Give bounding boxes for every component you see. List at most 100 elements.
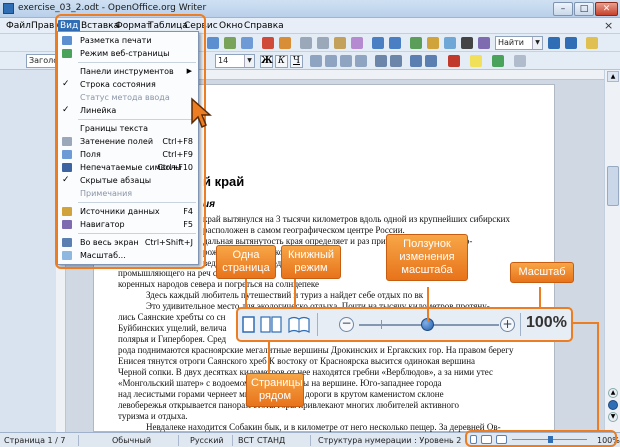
menu-help[interactable]: Справка [242, 20, 286, 32]
copy-icon[interactable] [317, 37, 329, 49]
justify-icon[interactable] [355, 55, 367, 67]
increase-indent-icon[interactable] [425, 55, 437, 67]
single-page-view-icon[interactable] [242, 316, 255, 333]
scroll-up-icon[interactable]: ▲ [607, 71, 619, 82]
next-page-icon[interactable]: ▼ [608, 412, 618, 422]
callout-book-mode: Книжный режим [281, 245, 341, 279]
paragraph-style-field[interactable]: Заголо [26, 54, 58, 68]
multi-page-view-icon[interactable] [260, 316, 282, 333]
status-separator [78, 435, 79, 446]
navigator-icon[interactable] [478, 37, 490, 49]
undo-icon[interactable] [372, 37, 384, 49]
vertical-scrollbar[interactable]: ▲ ▲ ▼ [604, 70, 620, 432]
document-line: Енисея тянутся отроги Саянского хреб К в… [118, 356, 476, 366]
italic-button[interactable]: К [275, 55, 288, 68]
zoom-slider-tick [381, 320, 382, 329]
underline-button[interactable]: Ч [290, 55, 303, 68]
document-line: край вытянулся на 3 тысячи километров вд… [203, 214, 510, 224]
close-window-button[interactable]: ✕ [595, 2, 618, 16]
menu-highlight-frame [55, 14, 206, 269]
navigation-icon[interactable] [608, 400, 618, 410]
status-separator [178, 435, 179, 446]
zoom-panel-divider [317, 313, 318, 336]
font-color-icon[interactable] [448, 55, 460, 67]
numbering-icon[interactable] [375, 55, 387, 67]
cut-icon[interactable] [300, 37, 312, 49]
spellcheck-icon[interactable] [262, 37, 274, 49]
background-color-icon[interactable] [492, 55, 504, 67]
zoom-panel-divider [520, 313, 521, 336]
callout-connector [597, 322, 599, 430]
print-preview-icon[interactable] [241, 37, 253, 49]
export-pdf-icon[interactable] [207, 37, 219, 49]
align-center-icon[interactable] [325, 55, 337, 67]
document-line: расположен в самом географическом центре… [203, 225, 405, 235]
minimize-button[interactable]: – [553, 2, 573, 16]
status-separator [232, 435, 233, 446]
bold-button[interactable]: Ж [260, 55, 273, 68]
status-separator [310, 435, 311, 446]
document-heading: й край [203, 174, 245, 189]
toolbar-options-icon[interactable] [514, 55, 526, 67]
callout-connector [427, 287, 429, 322]
find-field[interactable]: Найти ▼ [495, 36, 543, 50]
document-line: коренных народов севера и погреться на с… [118, 279, 320, 289]
show-draw-functions-icon[interactable] [444, 37, 456, 49]
document-line: Буйбинских ущелий, велича [118, 323, 227, 333]
callout-connector [245, 277, 247, 309]
paste-icon[interactable] [334, 37, 346, 49]
language[interactable]: Русский [190, 435, 224, 446]
menu-window[interactable]: Окно [217, 20, 245, 32]
find-next-icon[interactable] [548, 37, 560, 49]
outline-level: Структура нумерации : Уровень 2 [318, 436, 462, 445]
document-line: над лесистыми горами чернеет мн С шоссей… [118, 389, 444, 399]
callout-connector [539, 287, 541, 309]
book-view-icon[interactable] [288, 316, 310, 333]
align-left-icon[interactable] [310, 55, 322, 67]
callout-pages-side: Страницы рядом [246, 373, 304, 407]
find-replace-icon[interactable] [461, 37, 473, 49]
align-right-icon[interactable] [340, 55, 352, 67]
document-line: левобережья открывается панорам стоты го… [118, 400, 460, 410]
redo-icon[interactable] [389, 37, 401, 49]
page-indicator[interactable]: Страница 1 / 7 [4, 435, 66, 446]
maximize-button[interactable]: □ [574, 2, 594, 16]
document-line: Черной сопки. В двух десятках километров… [118, 367, 493, 377]
print-icon[interactable] [224, 37, 236, 49]
zoom-out-button[interactable]: − [339, 317, 354, 332]
font-size-field[interactable]: 14 ▼ [215, 54, 255, 68]
callout-connector [294, 277, 296, 309]
previous-page-icon[interactable]: ▲ [608, 388, 618, 398]
selection-mode[interactable]: СТАНД [257, 435, 285, 446]
document-line: «Монгольский шатер» с водоемом ровой глу… [118, 378, 442, 388]
zoom-percent[interactable]: 100% [526, 314, 567, 332]
highlight-icon[interactable] [470, 55, 482, 67]
callout-one-page: Одна страница [216, 245, 276, 279]
document-line: Здесь каждый любитель путешествий и тури… [146, 290, 424, 300]
callout-zoom: Масштаб [510, 262, 574, 283]
document-line: полярья и Гиперборея. Сред [118, 334, 227, 344]
clone-format-icon[interactable] [351, 37, 363, 49]
writer-app-icon [3, 3, 14, 14]
autospell-icon[interactable] [279, 37, 291, 49]
close-document-icon[interactable]: × [604, 19, 613, 32]
insert-mode[interactable]: ВСТ [238, 435, 254, 446]
scroll-thumb[interactable] [607, 166, 619, 206]
zoom-panel: − + 100% [236, 307, 573, 342]
document-line: лись Саянские хребты со сн [118, 312, 226, 322]
hyperlink-icon[interactable] [410, 37, 422, 49]
help-icon[interactable] [586, 37, 598, 49]
mouse-cursor-icon [191, 97, 212, 129]
zoom-in-button[interactable]: + [500, 317, 515, 332]
find-prev-icon[interactable] [565, 37, 577, 49]
document-line: рода поднимаются красноярские мегалитные… [118, 345, 514, 355]
callout-zoom-slider: Ползунок изменения масштаба [386, 234, 468, 281]
page-style[interactable]: Обычный [112, 435, 151, 446]
statusbar-zoom-highlight-frame [465, 430, 617, 447]
table-icon[interactable] [427, 37, 439, 49]
callout-connector [268, 341, 270, 373]
document-line: туризма и отдыха. [118, 411, 188, 421]
bullets-icon[interactable] [390, 55, 402, 67]
callout-connector [573, 322, 598, 324]
decrease-indent-icon[interactable] [410, 55, 422, 67]
